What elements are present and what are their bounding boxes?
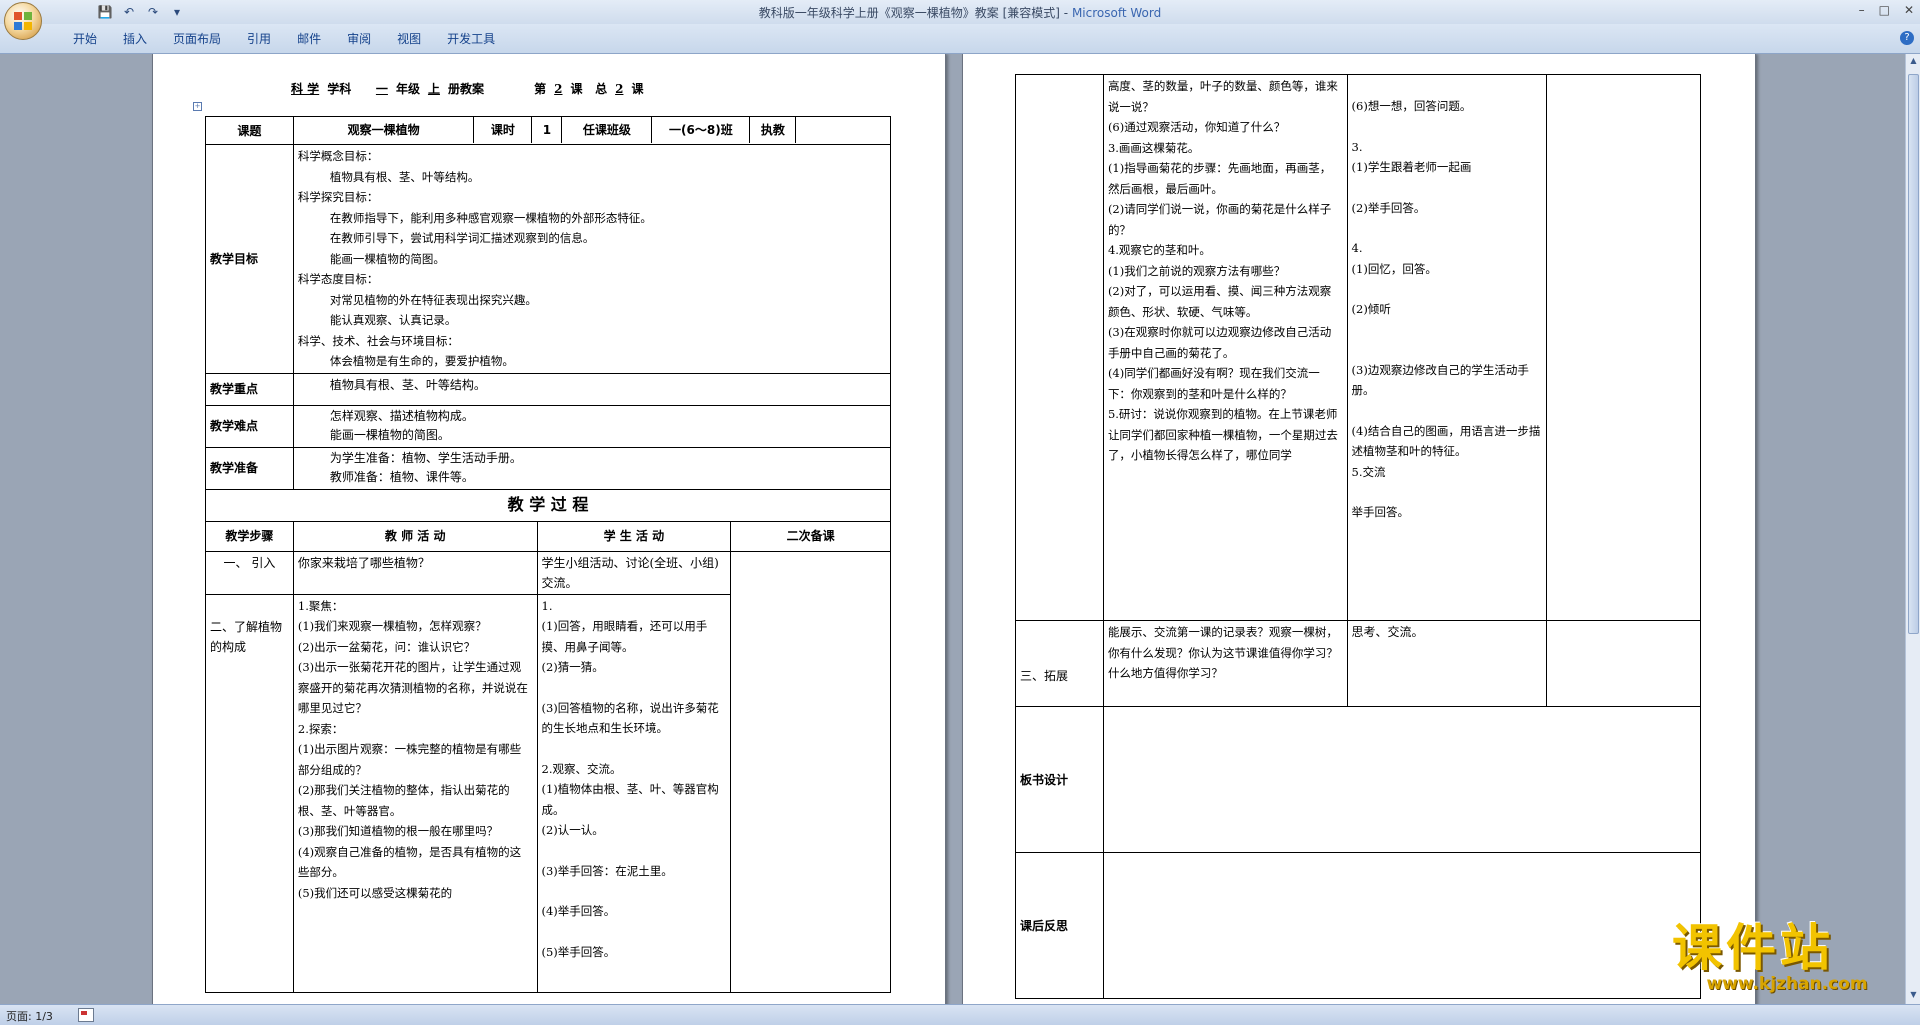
key-points-label: 教学重点 [205, 372, 294, 406]
minimize-icon[interactable]: – [1859, 3, 1865, 17]
proofing-icon[interactable] [78, 1008, 94, 1022]
board-design-label: 板书设计 [1015, 706, 1104, 853]
tab-review[interactable]: 审阅 [334, 30, 384, 48]
revision-cell[interactable] [730, 550, 891, 993]
lesson-plan-table-continued: 高度、茎的数量，叶子的数量、颜色等，谁来说一说？ (6)通过观察活动，你知道了什么… [1015, 74, 1702, 999]
watermark-text: 课件站 [1672, 919, 1834, 977]
table-move-handle-icon[interactable]: + [193, 102, 202, 111]
subject-value: 科 学 [291, 82, 320, 96]
grade-label: 年级 [395, 82, 420, 96]
topic-value: 观察一棵植物 [293, 117, 475, 143]
step2-teacher-continued[interactable]: 高度、茎的数量，叶子的数量、颜色等，谁来说一说？ (6)通过观察活动，你知道了什么… [1102, 74, 1348, 621]
step3-revision[interactable] [1546, 620, 1701, 707]
step2-student[interactable]: 1. (1)回答，用眼睛看，还可以用手摸、用鼻子闻等。 (2)猜一猜。 (3)回答… [536, 593, 732, 993]
lesson-plan-table: 课题 观察一棵植物 课时 1 任课班级 一(6～8)班 执教 教学目标 科学概念… [205, 116, 892, 993]
column-step: 教学步骤 [205, 520, 294, 552]
process-title: 教 学 过 程 [205, 488, 891, 522]
step1-label: 一、 引入 [205, 550, 294, 595]
term-label: 册教案 [447, 82, 484, 96]
window-controls: – □ ✕ [1859, 3, 1914, 17]
key-points-cell[interactable]: 植物具有根、茎、叶等结构。 [292, 372, 892, 406]
page-count[interactable]: 页面: 1/3 [6, 1008, 53, 1024]
goals-label: 教学目标 [205, 144, 294, 374]
help-icon[interactable]: ? [1900, 31, 1914, 45]
step1-student[interactable]: 学生小组活动、讨论(全班、小组)交流。 [536, 550, 732, 595]
class-label: 任课班级 [561, 117, 653, 143]
lesson-label: 课 [570, 82, 583, 96]
document-page-1[interactable]: 科 学学科 一年级上册教案 第2课 总2课 + 课题 观察一棵植物 课时 1 任… [152, 54, 946, 1004]
hours-label: 课时 [473, 117, 533, 143]
class-value: 一(6～8)班 [651, 117, 751, 143]
hours-value: 1 [531, 117, 563, 143]
watermark-url: www.kjzhan.com [1706, 974, 1868, 994]
step2-continued-label [1015, 74, 1104, 621]
document-workspace: 科 学学科 一年级上册教案 第2课 总2课 + 课题 观察一棵植物 课时 1 任… [0, 54, 1905, 1004]
window-title: 教科版一年级科学上册《观察一棵植物》教案 [兼容模式] - Microsoft … [758, 6, 1162, 20]
teacher-value[interactable] [796, 117, 890, 143]
subject-label: 学科 [327, 82, 352, 96]
tab-insert[interactable]: 插入 [110, 30, 160, 48]
step3-student[interactable]: 思考、交流。 [1346, 620, 1548, 707]
term-value: 上 [427, 82, 440, 96]
total-prefix: 总 [595, 82, 608, 96]
site-watermark: 课件站 www.kjzhan.com [1672, 922, 1902, 994]
difficult-points-label: 教学难点 [205, 404, 294, 448]
reflection-cell[interactable] [1102, 852, 1702, 999]
reflection-label: 课后反思 [1015, 852, 1104, 999]
tab-page-layout[interactable]: 页面布局 [160, 30, 234, 48]
total-label: 课 [631, 82, 644, 96]
maximize-icon[interactable]: □ [1879, 3, 1890, 17]
step3-label: 三、拓展 [1015, 620, 1104, 707]
scroll-up-icon[interactable]: ▲ [1908, 56, 1919, 68]
column-teacher-activity: 教 师 活 动 [292, 520, 538, 552]
lesson-number: 2 [554, 82, 563, 96]
teacher-label: 执教 [749, 117, 797, 143]
topic-label: 课题 [205, 116, 294, 145]
revision-cell-continued[interactable] [1546, 74, 1701, 621]
scrollbar-thumb[interactable] [1908, 74, 1919, 634]
preparation-cell[interactable]: 为学生准备：植物、学生活动手册。 教师准备：植物、课件等。 [292, 446, 892, 490]
tab-home[interactable]: 开始 [60, 30, 110, 48]
step2-teacher[interactable]: 1.聚焦： (1)我们来观察一棵植物，怎样观察？ (2)出示一盆菊花，问：谁认识它… [292, 593, 538, 993]
preparation-label: 教学准备 [205, 446, 294, 490]
scroll-down-icon[interactable]: ▼ [1908, 990, 1919, 1002]
document-page-2[interactable]: 高度、茎的数量，叶子的数量、颜色等，谁来说一说？ (6)通过观察活动，你知道了什么… [962, 54, 1756, 1004]
total-number: 2 [615, 82, 624, 96]
step2-student-continued[interactable]: (6)想一想，回答问题。 3. (1)学生跟着老师一起画 (2)举手回答。 4.… [1346, 74, 1548, 621]
grade-value: 一 [375, 82, 388, 96]
column-student-activity: 学 生 活 动 [536, 520, 732, 552]
status-bar: 页面: 1/3 [0, 1004, 1920, 1025]
difficult-points-cell[interactable]: 怎样观察、描述植物构成。 能画一棵植物的简图。 [292, 404, 892, 448]
tab-references[interactable]: 引用 [234, 30, 284, 48]
step3-teacher[interactable]: 能展示、交流第一课的记录表？观察一棵树，你有什么发现？你认为这节课谁值得你学习？… [1102, 620, 1348, 707]
office-logo-icon [14, 12, 34, 32]
tab-mailings[interactable]: 邮件 [284, 30, 334, 48]
step1-teacher[interactable]: 你家来栽培了哪些植物？ [292, 550, 538, 595]
lesson-prefix: 第 [534, 82, 547, 96]
app-name: Microsoft Word [1071, 6, 1162, 20]
ribbon: 开始 插入 页面布局 引用 邮件 审阅 视图 开发工具 ? [0, 24, 1920, 54]
lesson-header: 科 学学科 一年级上册教案 第2课 总2课 [283, 80, 903, 97]
document-title: 教科版一年级科学上册《观察一棵植物》教案 [兼容模式] [758, 6, 1060, 20]
ribbon-tabs: 开始 插入 页面布局 引用 邮件 审阅 视图 开发工具 [60, 30, 508, 48]
tab-view[interactable]: 视图 [384, 30, 434, 48]
tab-developer[interactable]: 开发工具 [434, 30, 508, 48]
step2-label: 二、了解植物的构成 [205, 593, 294, 993]
goals-cell[interactable]: 科学概念目标： 植物具有根、茎、叶等结构。 科学探究目标： 在教师指导下，能利用… [292, 144, 892, 374]
office-button[interactable] [4, 2, 42, 40]
title-bar: 💾 ↶ ↷ ▾ 教科版一年级科学上册《观察一棵植物》教案 [兼容模式] - Mi… [0, 0, 1920, 24]
close-icon[interactable]: ✕ [1904, 3, 1914, 17]
column-revision: 二次备课 [730, 520, 891, 552]
board-design-cell[interactable] [1102, 706, 1702, 853]
vertical-scrollbar[interactable]: ▲ ▼ [1905, 54, 1920, 1004]
